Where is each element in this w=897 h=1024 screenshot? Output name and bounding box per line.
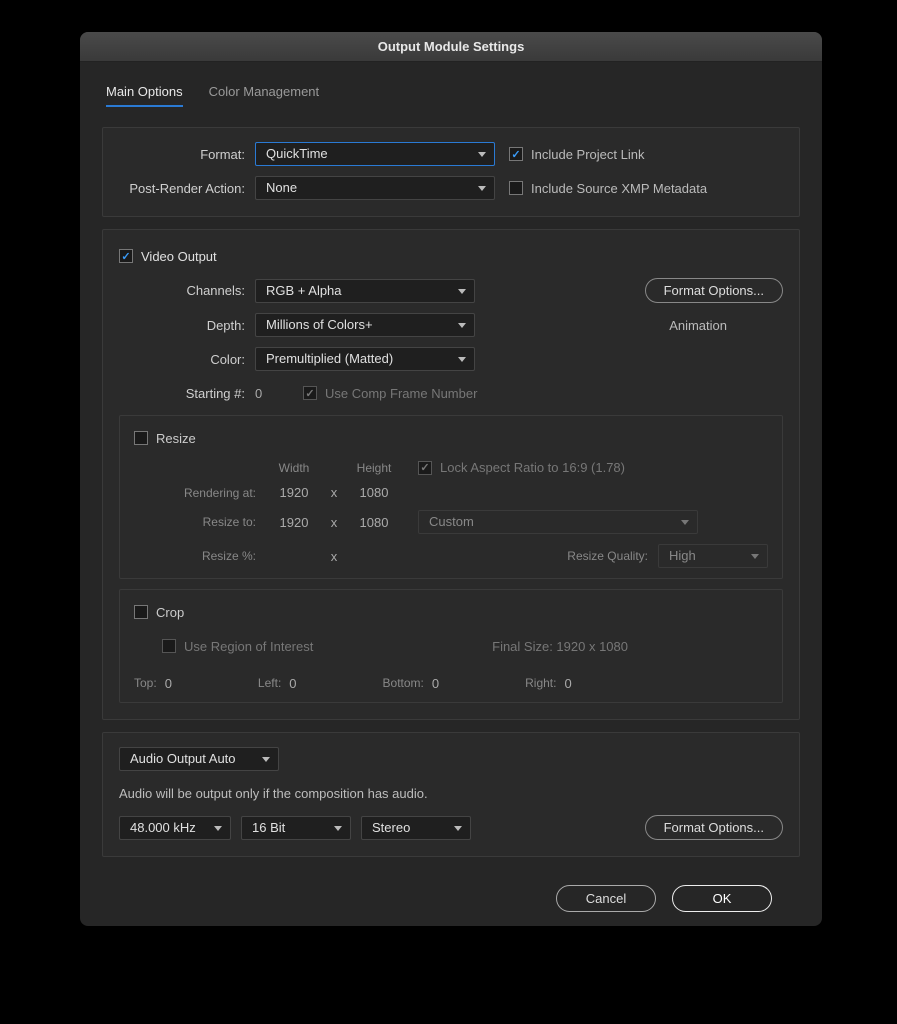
video-output-checkbox[interactable]	[119, 249, 133, 263]
rendering-width: 1920	[264, 485, 324, 500]
video-output-panel: Video Output Channels: RGB + Alpha Forma…	[102, 229, 800, 720]
crop-checkbox[interactable]	[134, 605, 148, 619]
roi-checkbox	[162, 639, 176, 653]
chevron-down-icon	[478, 186, 486, 191]
height-header: Height	[344, 461, 404, 475]
lock-aspect-checkbox	[418, 461, 432, 475]
resize-quality-label: Resize Quality:	[567, 549, 648, 563]
resize-quality-value: High	[669, 548, 696, 563]
crop-bottom-value: 0	[432, 676, 439, 691]
x-separator: x	[324, 485, 344, 500]
post-render-action-label: Post-Render Action:	[119, 181, 255, 196]
chevron-down-icon	[334, 826, 342, 831]
format-value: QuickTime	[266, 146, 328, 161]
resize-quality-select: High	[658, 544, 768, 568]
x-separator-2: x	[324, 515, 344, 530]
use-comp-frame-number-label: Use Comp Frame Number	[325, 386, 477, 401]
crop-left-label: Left:	[258, 676, 281, 690]
chevron-down-icon	[681, 520, 689, 525]
roi-label: Use Region of Interest	[184, 639, 313, 654]
audio-output-mode-select[interactable]: Audio Output Auto	[119, 747, 279, 771]
cancel-button[interactable]: Cancel	[556, 885, 656, 912]
crop-left-value: 0	[289, 676, 296, 691]
chevron-down-icon	[751, 554, 759, 559]
chevron-down-icon	[478, 152, 486, 157]
chevron-down-icon	[454, 826, 462, 831]
include-project-link-checkbox[interactable]	[509, 147, 523, 161]
audio-bit-value: 16 Bit	[252, 820, 285, 835]
width-header: Width	[264, 461, 324, 475]
crop-top-label: Top:	[134, 676, 157, 690]
starting-number-value: 0	[255, 386, 303, 401]
tab-color-management[interactable]: Color Management	[209, 84, 320, 107]
crop-right-value: 0	[564, 676, 571, 691]
format-panel: Format: QuickTime Include Project Link P…	[102, 127, 800, 217]
resize-to-height: 1080	[344, 515, 404, 530]
audio-rate-select[interactable]: 48.000 kHz	[119, 816, 231, 840]
tab-main-options[interactable]: Main Options	[106, 84, 183, 107]
audio-note: Audio will be output only if the composi…	[119, 786, 428, 801]
resize-preset-select: Custom	[418, 510, 698, 534]
use-comp-frame-number-checkbox	[303, 386, 317, 400]
resize-preset-value: Custom	[429, 514, 474, 529]
include-project-link-label: Include Project Link	[531, 147, 644, 162]
dialog-footer: Cancel OK	[102, 857, 800, 912]
color-value: Premultiplied (Matted)	[266, 351, 393, 366]
color-select[interactable]: Premultiplied (Matted)	[255, 347, 475, 371]
depth-value: Millions of Colors+	[266, 317, 373, 332]
audio-rate-value: 48.000 kHz	[130, 820, 196, 835]
resize-to-width: 1920	[264, 515, 324, 530]
resize-to-label: Resize to:	[134, 515, 264, 529]
tabs: Main Options Color Management	[102, 80, 800, 115]
crop-panel: Crop Use Region of Interest Final Size: …	[119, 589, 783, 703]
chevron-down-icon	[458, 357, 466, 362]
crop-label: Crop	[156, 605, 184, 620]
crop-bottom-label: Bottom:	[383, 676, 424, 690]
format-label: Format:	[119, 147, 255, 162]
codec-name: Animation	[669, 318, 727, 333]
ok-button[interactable]: OK	[672, 885, 772, 912]
window-title: Output Module Settings	[80, 32, 822, 62]
depth-label: Depth:	[119, 318, 255, 333]
chevron-down-icon	[458, 323, 466, 328]
audio-channels-select[interactable]: Stereo	[361, 816, 471, 840]
final-size-label: Final Size: 1920 x 1080	[492, 639, 628, 654]
output-module-settings-window: Output Module Settings Main Options Colo…	[80, 32, 822, 926]
chevron-down-icon	[214, 826, 222, 831]
resize-label: Resize	[156, 431, 196, 446]
audio-panel: Audio Output Auto Audio will be output o…	[102, 732, 800, 857]
x-separator-3: x	[324, 549, 344, 564]
channels-select[interactable]: RGB + Alpha	[255, 279, 475, 303]
lock-aspect-label: Lock Aspect Ratio to 16:9 (1.78)	[440, 460, 625, 475]
include-xmp-checkbox[interactable]	[509, 181, 523, 195]
channels-value: RGB + Alpha	[266, 283, 342, 298]
post-render-action-value: None	[266, 180, 297, 195]
audio-bit-select[interactable]: 16 Bit	[241, 816, 351, 840]
video-format-options-button[interactable]: Format Options...	[645, 278, 783, 303]
crop-top-value: 0	[165, 676, 172, 691]
depth-select[interactable]: Millions of Colors+	[255, 313, 475, 337]
rendering-height: 1080	[344, 485, 404, 500]
audio-format-options-button[interactable]: Format Options...	[645, 815, 783, 840]
crop-right-label: Right:	[525, 676, 556, 690]
include-xmp-label: Include Source XMP Metadata	[531, 181, 707, 196]
starting-number-label: Starting #:	[119, 386, 255, 401]
audio-channels-value: Stereo	[372, 820, 410, 835]
post-render-action-select[interactable]: None	[255, 176, 495, 200]
color-label: Color:	[119, 352, 255, 367]
audio-output-mode-value: Audio Output Auto	[130, 751, 236, 766]
resize-panel: Resize Width Height Lock Aspect Ratio to…	[119, 415, 783, 579]
video-output-label: Video Output	[141, 249, 217, 264]
resize-pct-label: Resize %:	[134, 549, 264, 563]
format-select[interactable]: QuickTime	[255, 142, 495, 166]
channels-label: Channels:	[119, 283, 255, 298]
chevron-down-icon	[262, 757, 270, 762]
rendering-at-label: Rendering at:	[134, 486, 264, 500]
chevron-down-icon	[458, 289, 466, 294]
resize-checkbox[interactable]	[134, 431, 148, 445]
